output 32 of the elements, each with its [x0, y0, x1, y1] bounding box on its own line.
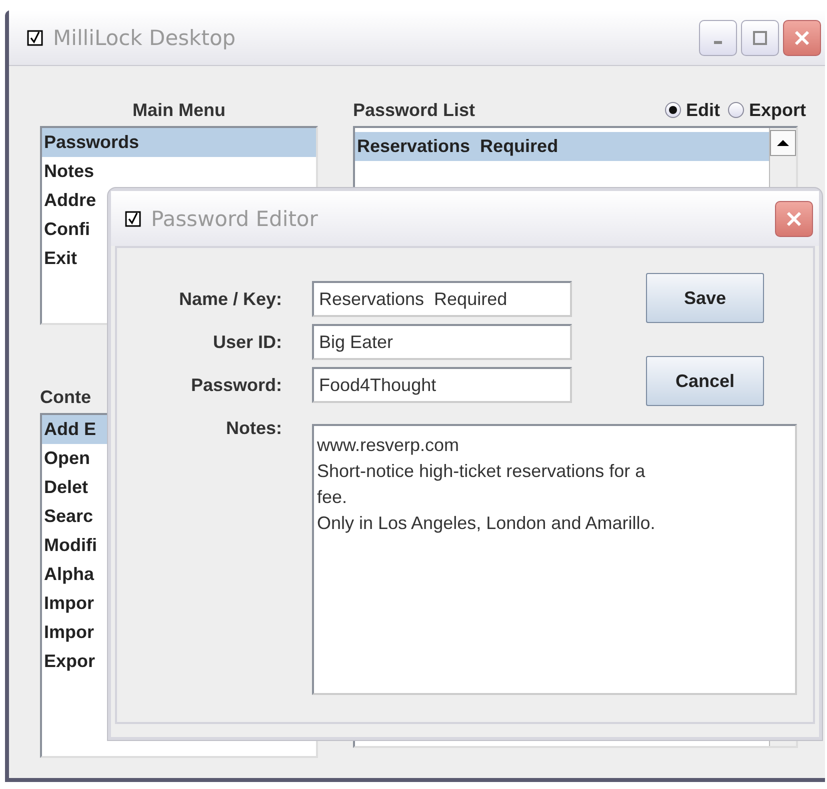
maximize-button[interactable]: [741, 20, 779, 56]
input-field[interactable]: Big Eater: [312, 324, 572, 360]
menu-item[interactable]: Notes: [42, 157, 316, 186]
notes-line: Short-notice high-ticket reservations for a: [317, 460, 646, 483]
field-label: Name / Key:: [178, 288, 282, 310]
section-heading: Main Menu: [132, 99, 226, 122]
notes-line: www.resverp.com: [317, 434, 460, 457]
radio-button[interactable]: Export: [728, 100, 806, 120]
notes-line: Only in Los Angeles, London and Amarillo.: [317, 512, 656, 535]
section-heading: Conte: [40, 386, 91, 409]
list-item[interactable]: Reservations Required: [355, 132, 769, 161]
input-field[interactable]: Reservations Required: [312, 281, 572, 317]
input-field[interactable]: Food4Thought: [312, 367, 572, 403]
minimize-button[interactable]: [699, 20, 737, 56]
dialog-button[interactable]: Save: [646, 273, 764, 323]
dialog-title: Password Editor: [151, 206, 318, 230]
close-button[interactable]: [783, 20, 821, 56]
notes-line: fee.: [317, 486, 348, 509]
field-label: Notes:: [224, 417, 282, 439]
checkbox-icon: [125, 210, 141, 226]
close-button[interactable]: [775, 200, 813, 236]
window-title: MilliLock Desktop: [53, 26, 236, 50]
menu-item[interactable]: Passwords: [42, 128, 316, 157]
field-label: Password:: [190, 374, 282, 396]
dialog-button[interactable]: Cancel: [646, 356, 764, 406]
notes-field[interactable]: www.resverp.com Short-notice high-ticket reservations for a fee. Only in Los Angeles, London and Amarillo.: [312, 424, 797, 695]
scroll-up-icon[interactable]: [770, 130, 796, 156]
minimize-icon: [714, 41, 722, 44]
field-label: User ID:: [212, 332, 282, 352]
checkbox-icon: [27, 30, 43, 46]
section-heading: Password List: [353, 99, 476, 122]
radio-button[interactable]: Edit: [664, 100, 720, 120]
